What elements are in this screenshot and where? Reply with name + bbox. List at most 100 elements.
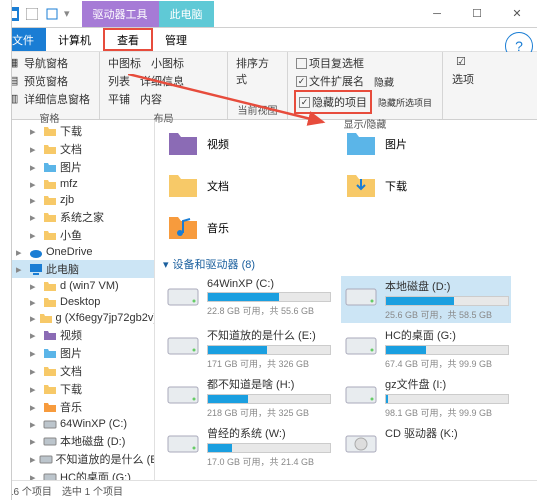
tree-sidebar[interactable]: ▸下载▸文档▸图片▸mfz▸zjb▸系统之家▸小鱼▸OneDrive▸此电脑▸d… xyxy=(0,120,155,500)
qat-props-icon[interactable] xyxy=(44,6,60,22)
main-content[interactable]: 视频图片文档下载音乐 ▾设备和驱动器 (8) 64WinXP (C:)22.8 … xyxy=(155,120,537,500)
folder-item[interactable]: 下载 xyxy=(341,166,511,206)
tab-view[interactable]: 查看 xyxy=(103,28,153,51)
nav-pane-button[interactable]: ▦导航窗格 xyxy=(6,54,93,72)
tree-item[interactable]: ▸g (Xf6egy7jp72gb2v) xyxy=(0,310,154,326)
folder-icon xyxy=(43,177,57,191)
folder-icon xyxy=(43,193,57,207)
item-sub: 17.0 GB 可用，共 21.4 GB xyxy=(207,455,331,468)
detail-pane-button[interactable]: ▥详细信息窗格 xyxy=(6,90,93,108)
tree-item[interactable]: ▸本地磁盘 (D:) xyxy=(0,432,154,450)
tree-item[interactable]: ▸此电脑 xyxy=(0,260,154,278)
drive-item[interactable]: 曾经的系统 (W:)17.0 GB 可用，共 21.4 GB xyxy=(163,423,333,470)
tab-manage[interactable]: 管理 xyxy=(153,28,199,51)
tile-button[interactable]: 平铺 xyxy=(106,90,132,108)
close-button[interactable]: ✕ xyxy=(497,0,537,28)
tree-item[interactable]: ▸视频 xyxy=(0,326,154,344)
hide-selected-button[interactable]: 隐藏所选项目 xyxy=(376,95,434,110)
folder-item[interactable]: 音乐 xyxy=(163,208,333,248)
drive-item[interactable]: 本地磁盘 (D:)25.6 GB 可用，共 58.5 GB xyxy=(341,276,511,323)
content-button[interactable]: 内容 xyxy=(138,90,164,108)
drive-item[interactable]: HC的桌面 (G:)67.4 GB 可用，共 99.9 GB xyxy=(341,325,511,372)
qat-icon[interactable] xyxy=(24,6,40,22)
chevron-icon: ▸ xyxy=(30,347,40,360)
chevron-icon: ▸ xyxy=(30,125,40,138)
title-tab: 此电脑 xyxy=(159,1,214,27)
chevron-icon: ▸ xyxy=(16,246,26,259)
folder-icon xyxy=(43,328,57,342)
tree-item[interactable]: ▸小鱼 xyxy=(0,226,154,244)
item-checkbox-toggle[interactable]: 项目复选框 xyxy=(294,54,436,72)
folder-icon xyxy=(43,279,57,293)
drive-icon xyxy=(343,327,379,363)
drive-icon xyxy=(165,327,201,363)
hide-button[interactable]: 隐藏 xyxy=(372,73,396,90)
list-button[interactable]: 列表 xyxy=(106,72,132,90)
tree-item[interactable]: ▸d (win7 VM) xyxy=(0,278,154,294)
tree-item[interactable]: ▸文档 xyxy=(0,362,154,380)
item-name: 下载 xyxy=(385,178,407,194)
tree-item[interactable]: ▸图片 xyxy=(0,158,154,176)
tree-item[interactable]: ▸OneDrive xyxy=(0,244,154,260)
folder-icon xyxy=(43,228,57,242)
tree-item[interactable]: ▸下载 xyxy=(0,380,154,398)
file-ext-toggle[interactable]: ✓文件扩展名 xyxy=(294,72,366,90)
folder-icon xyxy=(39,452,53,466)
folder-icon xyxy=(43,124,57,138)
chevron-icon: ▸ xyxy=(30,418,40,431)
drive-item[interactable]: CD 驱动器 (K:) xyxy=(341,423,511,470)
folder-icon xyxy=(43,142,57,156)
drive-item[interactable]: 64WinXP (C:)22.8 GB 可用，共 55.6 GB xyxy=(163,276,333,323)
medium-icons-button[interactable]: 中图标 xyxy=(106,54,143,72)
options-button[interactable]: ☑选项 xyxy=(449,54,477,88)
tree-item[interactable]: ▸音乐 xyxy=(0,398,154,416)
details-button[interactable]: 详细信息 xyxy=(138,72,186,90)
chevron-icon: ▸ xyxy=(30,211,40,224)
section-drives[interactable]: ▾设备和驱动器 (8) xyxy=(163,256,529,272)
drive-item[interactable]: 都不知道是啥 (H:) 218 GB 可用，共 325 GB xyxy=(163,374,333,421)
item-sub: 218 GB 可用，共 325 GB xyxy=(207,406,331,419)
tree-label: 音乐 xyxy=(60,399,82,415)
drive-item[interactable]: gz文件盘 (I:)98.1 GB 可用，共 99.9 GB xyxy=(341,374,511,421)
tree-item[interactable]: ▸mfz xyxy=(0,176,154,192)
tab-computer[interactable]: 计算机 xyxy=(46,28,103,51)
tree-item[interactable]: ▸不知道放的是什么 (E: xyxy=(0,450,154,468)
usage-bar xyxy=(385,296,509,306)
chevron-icon: ▸ xyxy=(30,178,40,191)
folder-item[interactable]: 文档 xyxy=(163,166,333,206)
preview-pane-button[interactable]: ▤预览窗格 xyxy=(6,72,93,90)
tree-label: g (Xf6egy7jp72gb2v) xyxy=(56,312,155,324)
tool-tab[interactable]: 驱动器工具 xyxy=(82,1,159,27)
qat-dropdown-icon[interactable]: ▾ xyxy=(64,7,70,20)
item-name: CD 驱动器 (K:) xyxy=(385,425,509,441)
usage-bar xyxy=(385,345,509,355)
minimize-button[interactable]: ─ xyxy=(417,0,457,28)
hidden-items-toggle[interactable]: ✓隐藏的项目 xyxy=(297,93,369,111)
chevron-icon: ▸ xyxy=(30,329,40,342)
ribbon: ▦导航窗格 ▤预览窗格 ▥详细信息窗格 窗格 中图标小图标 列表详细信息 平铺内… xyxy=(0,52,537,120)
sort-button[interactable]: 排序方式 xyxy=(234,54,281,88)
small-icons-button[interactable]: 小图标 xyxy=(149,54,186,72)
folder-icon xyxy=(43,382,57,396)
group-label: 显示/隐藏 xyxy=(294,114,436,131)
drive-icon xyxy=(165,425,201,461)
tree-item[interactable]: ▸Desktop xyxy=(0,294,154,310)
drive-item[interactable]: 不知道放的是什么 (E:)171 GB 可用，共 326 GB xyxy=(163,325,333,372)
tree-item[interactable]: ▸图片 xyxy=(0,344,154,362)
usage-bar xyxy=(385,394,509,404)
item-name: 都不知道是啥 (H:) xyxy=(207,376,331,392)
item-sub: 98.1 GB 可用，共 99.9 GB xyxy=(385,406,509,419)
maximize-button[interactable]: ☐ xyxy=(457,0,497,28)
tree-label: 本地磁盘 (D:) xyxy=(60,433,125,449)
folder-icon xyxy=(165,210,201,246)
status-bar: 16 个项目 选中 1 个项目 xyxy=(0,480,537,500)
tree-item[interactable]: ▸64WinXP (C:) xyxy=(0,416,154,432)
tree-item[interactable]: ▸zjb xyxy=(0,192,154,208)
usage-bar xyxy=(207,443,331,453)
chevron-icon: ▸ xyxy=(30,365,40,378)
usage-bar xyxy=(207,292,331,302)
tree-item[interactable]: ▸系统之家 xyxy=(0,208,154,226)
folder-icon xyxy=(43,160,57,174)
tree-item[interactable]: ▸文档 xyxy=(0,140,154,158)
drive-icon xyxy=(165,278,201,314)
